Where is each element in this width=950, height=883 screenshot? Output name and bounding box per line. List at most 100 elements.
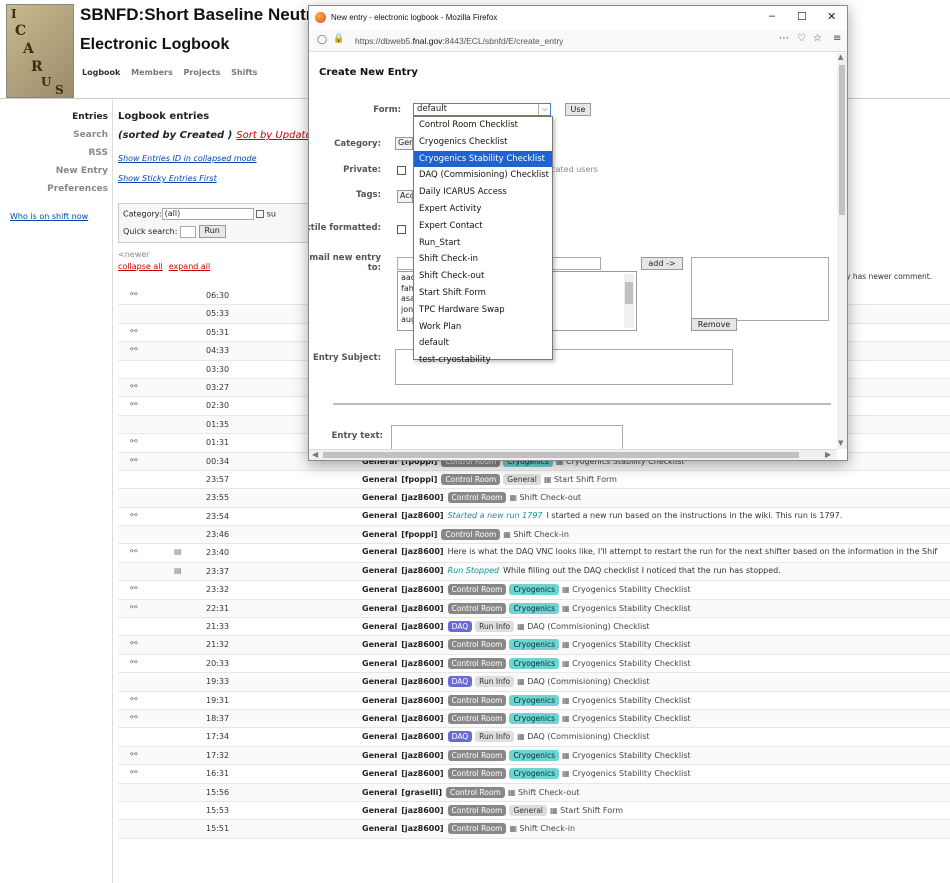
scroll-down-icon[interactable]: ▼	[838, 439, 843, 447]
table-row[interactable]: 21:33 General[jaz8600]DAQRun InfoDAQ (Com…	[118, 618, 950, 637]
scrollbar[interactable]	[624, 274, 634, 328]
sort-by-updated-link[interactable]: Sort by Updated	[236, 130, 318, 141]
private-checkbox[interactable]	[397, 166, 406, 175]
pocket-icon[interactable]: ♡	[797, 33, 806, 44]
entry-summary[interactable]: General[jaz8600]Control RoomCryogenicsCr…	[362, 639, 691, 651]
entry-summary[interactable]: General[jaz8600]Control RoomCryogenicsCr…	[362, 768, 691, 780]
comment-icon[interactable]: ⚯	[130, 713, 138, 723]
scroll-left-icon[interactable]: ◀	[312, 450, 318, 459]
table-row[interactable]: 15:51 General[jaz8600]Control RoomShift C…	[118, 820, 950, 839]
tags-field[interactable]: Acc	[397, 190, 413, 203]
maximize-icon[interactable]: ☐	[797, 10, 807, 23]
category-select[interactable]: (all)	[161, 208, 254, 220]
entry-summary[interactable]: General[fpoppi]Control RoomGeneralStart …	[362, 473, 617, 485]
comment-icon[interactable]: ⚯	[130, 584, 138, 594]
sidebar-item-entries[interactable]: Entries	[0, 112, 108, 130]
scroll-thumb[interactable]	[323, 452, 799, 458]
dropdown-option[interactable]: test-cryostability	[414, 352, 552, 369]
sidebar-item-new-entry[interactable]: New Entry	[0, 166, 108, 184]
sidebar-item-search[interactable]: Search	[0, 130, 108, 148]
dropdown-option[interactable]: Shift Check-in	[414, 251, 552, 268]
table-row[interactable]: 19:33 General[jaz8600]DAQRun InfoDAQ (Com…	[118, 673, 950, 692]
entry-summary[interactable]: General[fpoppi]Control RoomShift Check-i…	[362, 529, 569, 541]
table-row[interactable]: ⚯ 22:31 General [jaz8600] Control Room Cryoge…	[118, 599, 950, 619]
entry-summary[interactable]: General[jaz8600]Control RoomCryogenicsCr…	[362, 584, 691, 596]
dropdown-option[interactable]: Expert Activity	[414, 201, 552, 218]
table-row[interactable]: ⚯ 19:31 General [jaz8600] Control Room Cryoge…	[118, 692, 950, 710]
dropdown-option[interactable]: Run_Start	[414, 235, 552, 252]
comment-icon[interactable]: ⚯	[130, 290, 138, 300]
attachment-icon[interactable]: ▤	[174, 566, 182, 575]
entry-text-input[interactable]	[391, 425, 623, 449]
dropdown-option[interactable]: Cryogenics Stability Checklist	[414, 150, 552, 168]
show-sticky-link[interactable]: Show Sticky Entries First	[118, 174, 217, 183]
nav-logbook[interactable]: Logbook	[82, 68, 120, 77]
entry-summary[interactable]: General[graselli] Control RoomShift Check…	[362, 786, 579, 798]
comment-icon[interactable]: ⚯	[130, 695, 138, 705]
comment-icon[interactable]: ⚯	[130, 382, 138, 392]
table-row[interactable]: ⚯ 20:33 General [jaz8600] Control Room Cryoge…	[118, 655, 950, 674]
textile-checkbox[interactable]	[397, 225, 406, 234]
dropdown-option[interactable]: Control Room Checklist	[414, 117, 552, 134]
vertical-scrollbar[interactable]: ▲ ▼	[837, 53, 847, 449]
entry-summary[interactable]: General[jaz8600]Control RoomCryogenicsCr…	[362, 657, 691, 669]
dropdown-option[interactable]: Expert Contact	[414, 218, 552, 235]
sidebar-item-preferences[interactable]: Preferences	[0, 184, 108, 202]
close-icon[interactable]: ✕	[827, 10, 836, 23]
scroll-right-icon[interactable]: ▶	[825, 450, 831, 459]
comment-icon[interactable]: ⚯	[130, 456, 138, 466]
entry-summary[interactable]: General[jaz8600]DAQRun InfoDAQ (Commisio…	[362, 676, 650, 688]
add-button[interactable]: add ->	[641, 257, 683, 270]
entry-summary[interactable]: General[jaz8600]Control RoomCryogenicsCr…	[362, 694, 691, 706]
table-row[interactable]: ⚯ 23:32 General [jaz8600] Control Room Cryoge…	[118, 581, 950, 600]
comment-icon[interactable]: ⚯	[130, 658, 138, 668]
recipients-box[interactable]	[691, 257, 829, 321]
scroll-thumb[interactable]	[625, 282, 633, 304]
entry-summary[interactable]: General[jaz8600]Control RoomGeneralStart…	[362, 804, 623, 816]
entry-summary[interactable]: General[jaz8600]Control RoomCryogenicsCr…	[362, 602, 691, 614]
remove-button[interactable]: Remove	[691, 318, 737, 331]
table-row[interactable]: ⚯ 23:54 General [jaz8600] Started a new run …	[118, 508, 950, 527]
comment-icon[interactable]: ⚯	[130, 400, 138, 410]
table-row[interactable]: 23:57General[fpoppi]Control RoomGeneralS…	[118, 471, 950, 490]
comment-icon[interactable]: ⚯	[130, 547, 138, 557]
collapse-all-link[interactable]: collapse all	[118, 262, 163, 271]
use-button[interactable]: Use	[565, 103, 591, 116]
comment-icon[interactable]: ⚯	[130, 345, 138, 355]
table-row[interactable]: ⚯ 18:37 General [jaz8600] Control Room Cryoge…	[118, 709, 950, 729]
who-on-shift-link[interactable]: Who is on shift now	[10, 212, 88, 221]
scroll-thumb[interactable]	[839, 65, 845, 215]
comment-icon[interactable]: ⚯	[130, 603, 138, 613]
dropdown-option[interactable]: Shift Check-out	[414, 268, 552, 285]
table-row[interactable]: ⚯ 17:32 General [jaz8600] Control Room Cryoge…	[118, 746, 950, 766]
dropdown-option[interactable]: TPC Hardware Swap	[414, 302, 552, 319]
sidebar-item-rss[interactable]: RSS	[0, 148, 109, 166]
nav-members[interactable]: Members	[131, 68, 173, 77]
chevron-down-icon[interactable]: ⌵	[538, 104, 550, 115]
horizontal-scrollbar[interactable]: ◀ ▶	[309, 449, 837, 460]
more-icon[interactable]: ⋯	[779, 33, 789, 44]
form-select[interactable]: default ⌵	[413, 103, 551, 116]
entry-summary[interactable]: General [jaz8600] Started a new run 1797 I …	[362, 511, 842, 520]
table-row[interactable]: ▤ 23:37 General [jaz8600] Run Stopped While f…	[118, 562, 950, 582]
entry-summary[interactable]: General[jaz8600]Control RoomShift Check-…	[362, 823, 575, 835]
attachment-icon[interactable]: ▤	[174, 547, 182, 556]
shield-icon[interactable]: ◯	[317, 35, 327, 45]
menu-icon[interactable]: ≡	[833, 33, 841, 44]
table-row[interactable]: 15:56 General[graselli] Control RoomShift …	[118, 783, 950, 802]
comment-icon[interactable]: ⚯	[130, 768, 138, 778]
entry-summary[interactable]: General[jaz8600]DAQRun InfoDAQ (Commisio…	[362, 731, 650, 743]
table-row[interactable]: 23:46 General[fpoppi]Control RoomShift Ch…	[118, 526, 950, 545]
category-field[interactable]: Gene	[395, 137, 413, 150]
table-row[interactable]: 23:55 General[jaz8600]Control RoomShift C…	[118, 489, 950, 508]
comment-icon[interactable]: ⚯	[130, 511, 138, 521]
dropdown-option[interactable]: Cryogenics Checklist	[414, 134, 552, 151]
entry-summary[interactable]: General[jaz8600]Control RoomCryogenicsCr…	[362, 712, 691, 724]
checkbox[interactable]	[256, 210, 265, 218]
quick-search-input[interactable]	[179, 225, 196, 238]
nav-shifts[interactable]: Shifts	[231, 68, 257, 77]
dropdown-option[interactable]: Daily ICARUS Access	[414, 184, 552, 201]
table-row[interactable]: 15:53 General [jaz8600] Control Room General…	[118, 802, 950, 821]
entry-summary[interactable]: General [jaz8600] Here is what the DAQ VNC…	[362, 547, 937, 556]
bookmark-star-icon[interactable]: ☆	[813, 33, 822, 44]
